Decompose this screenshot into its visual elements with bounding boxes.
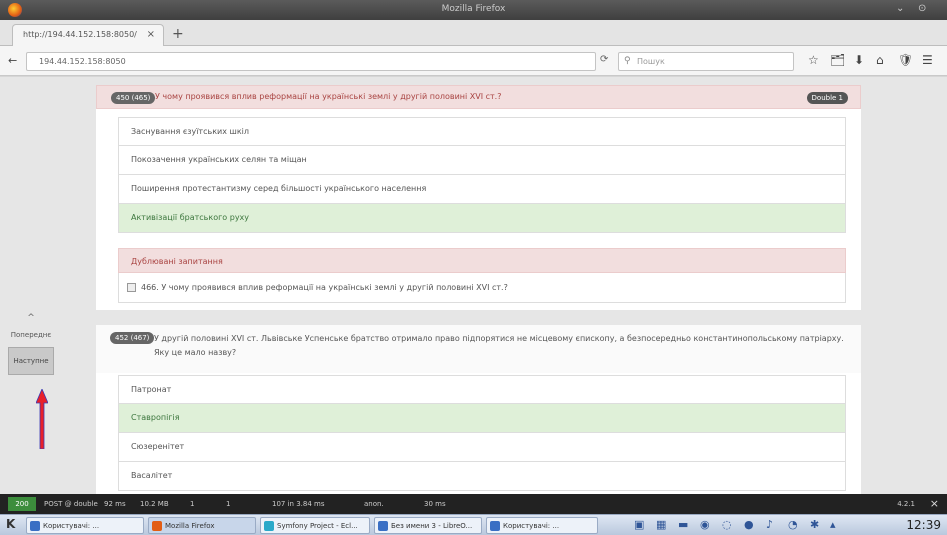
search-placeholder: Пошук <box>637 57 665 66</box>
taskbar-item[interactable]: Користувачі: ... <box>486 517 598 534</box>
red-arrow-annotation <box>36 389 48 449</box>
menu-icon[interactable]: ☰ <box>922 53 933 67</box>
tray-expand-icon[interactable]: ▴ <box>830 518 836 531</box>
app-icon <box>490 521 500 531</box>
start-menu-icon[interactable]: K <box>6 517 15 531</box>
answer-item[interactable]: Заснування єзуїтських шкіл <box>118 117 846 146</box>
reload-icon[interactable]: ⟳ <box>600 54 608 65</box>
settings-icon[interactable]: ✱ <box>810 518 819 531</box>
duplicate-header-text: Дублювані запитання <box>131 257 223 266</box>
task-label: Mozilla Firefox <box>165 522 215 530</box>
forms-count[interactable]: 1 <box>190 500 194 508</box>
duplicate-checkbox[interactable] <box>127 283 136 292</box>
url-bar[interactable]: 194.44.152.158:8050 <box>26 52 596 71</box>
taskbar-item[interactable]: Symfony Project - Ecl... <box>260 517 370 534</box>
shield-icon[interactable]: 🛡 <box>898 53 913 67</box>
answer-item[interactable]: Сюзеренітет <box>118 433 846 462</box>
scroll-up-icon[interactable]: ^ <box>8 313 54 325</box>
app-icon <box>378 521 388 531</box>
task-label: Без имени 3 - LibreO... <box>391 522 473 530</box>
status-code-badge[interactable]: 200 <box>8 497 36 511</box>
close-tab-icon[interactable]: × <box>147 29 155 40</box>
clock[interactable]: 12:39 <box>906 518 941 532</box>
answer-text: Сюзеренітет <box>131 442 185 451</box>
os-taskbar: K Користувачі: ... Mozilla Firefox Symfo… <box>0 514 947 535</box>
answer-text: Патронат <box>131 385 172 394</box>
answer-item-correct[interactable]: Активізації братського руху <box>118 204 846 233</box>
taskbar-item-firefox[interactable]: Mozilla Firefox <box>148 517 256 534</box>
answer-item[interactable]: Покозачення українських селян та міщан <box>118 146 846 175</box>
home-icon[interactable]: ⌂ <box>876 53 884 67</box>
question-header: 450 (465) У чому проявився вплив реформа… <box>96 85 861 109</box>
window-title: Mozilla Firefox <box>441 4 506 14</box>
symfony-version[interactable]: 4.2.1 <box>897 500 915 508</box>
answer-item-correct[interactable]: Ставропігія <box>118 404 846 433</box>
search-input[interactable]: ⚲ Пошук <box>618 52 794 71</box>
new-tab-button[interactable]: + <box>172 26 184 42</box>
twig-time[interactable]: 30 ms <box>424 500 446 508</box>
keyboard-layout-icon[interactable]: ▬ <box>678 518 688 531</box>
window-titlebar: Mozilla Firefox ⌄ ⊙ <box>0 0 947 20</box>
answer-text: Заснування єзуїтських шкіл <box>131 127 249 136</box>
answer-list-2: Патронат Ставропігія Сюзеренітет Васаліт… <box>118 375 846 491</box>
question-text: У другій половині XVI ст. Львівське Успе… <box>154 334 844 357</box>
db-queries[interactable]: 107 in 3.84 ms <box>272 500 324 508</box>
tab-strip: http://194.44.152.158:8050/ × + <box>0 20 947 46</box>
user-indicator[interactable]: anon. <box>364 500 384 508</box>
previous-button[interactable]: Попереднє <box>8 325 54 347</box>
question-text: У чому проявився вплив реформації на укр… <box>155 92 502 101</box>
answer-text: Поширення протестантизму серед більшості… <box>131 184 427 193</box>
debug-toolbar: 200 POST @ double 92 ms 10.2 MB 1 1 107 … <box>0 494 947 514</box>
memory-usage[interactable]: 10.2 MB <box>140 500 169 508</box>
back-button[interactable]: ← <box>8 54 17 67</box>
next-button[interactable]: Наступне <box>8 347 54 375</box>
notifications-icon[interactable]: ◌ <box>722 518 732 531</box>
volume-icon[interactable]: ♪ <box>766 518 773 531</box>
task-label: Користувачі: ... <box>503 522 560 530</box>
taskbar-item[interactable]: Користувачі: ... <box>26 517 144 534</box>
browser-tab[interactable]: http://194.44.152.158:8050/ × <box>12 24 164 46</box>
bookmark-star-icon[interactable]: ☆ <box>808 53 819 67</box>
updates-icon[interactable]: ● <box>744 518 754 531</box>
download-icon[interactable]: ⬇ <box>854 53 864 67</box>
clipboard-icon[interactable]: ▣ <box>634 518 644 531</box>
window-control-icon[interactable]: ⊙ <box>918 3 926 14</box>
answer-item[interactable]: Васалітет <box>118 462 846 491</box>
answer-text: Покозачення українських селян та міщан <box>131 155 307 164</box>
duplicate-questions-header: Дублювані запитання <box>118 248 846 273</box>
device-icon[interactable]: ▦ <box>656 518 666 531</box>
task-label: Користувачі: ... <box>43 522 100 530</box>
app-icon <box>264 521 274 531</box>
request-method[interactable]: POST @ double <box>44 500 98 508</box>
library-icon[interactable]: 🗂 <box>830 53 845 67</box>
search-icon: ⚲ <box>624 56 631 66</box>
app-icon <box>30 521 40 531</box>
taskbar-item[interactable]: Без имени 3 - LibreO... <box>374 517 482 534</box>
duplicate-question-text: 466. У чому проявився вплив реформації н… <box>141 283 508 292</box>
question-header-2: 452 (467) У другій половині XVI ст. Льві… <box>96 325 861 373</box>
request-time[interactable]: 92 ms <box>104 500 126 508</box>
answer-item[interactable]: Поширення протестантизму серед більшості… <box>118 175 846 204</box>
page-content: 450 (465) У чому проявився вплив реформа… <box>0 77 947 494</box>
question-number-badge: 452 (467) <box>110 332 155 344</box>
close-toolbar-icon[interactable]: × <box>930 497 939 510</box>
navigation-bar: ← 194.44.152.158:8050 ⟳ ⚲ Пошук ☆ 🗂 ⬇ ⌂ … <box>0 46 947 76</box>
tab-title: http://194.44.152.158:8050/ <box>23 30 137 39</box>
url-text: 194.44.152.158:8050 <box>39 57 126 66</box>
task-label: Symfony Project - Ecl... <box>277 522 358 530</box>
answer-item[interactable]: Патронат <box>118 375 846 404</box>
network-icon[interactable]: ◉ <box>700 518 710 531</box>
question-number-badge: 450 (465) <box>111 92 156 104</box>
validator-count[interactable]: 1 <box>226 500 230 508</box>
answer-list: Заснування єзуїтських шкіл Покозачення у… <box>118 117 846 233</box>
answer-text: Ставропігія <box>131 413 180 422</box>
side-navigation: ^ Попереднє Наступне <box>8 313 54 375</box>
battery-icon[interactable]: ◔ <box>788 518 798 531</box>
firefox-icon <box>152 521 162 531</box>
answer-text: Васалітет <box>131 471 173 480</box>
double-badge: Double 1 <box>806 92 848 104</box>
answer-text: Активізації братського руху <box>131 213 250 222</box>
minimize-icon[interactable]: ⌄ <box>896 3 904 14</box>
duplicate-question-item: 466. У чому проявився вплив реформації н… <box>118 273 846 303</box>
